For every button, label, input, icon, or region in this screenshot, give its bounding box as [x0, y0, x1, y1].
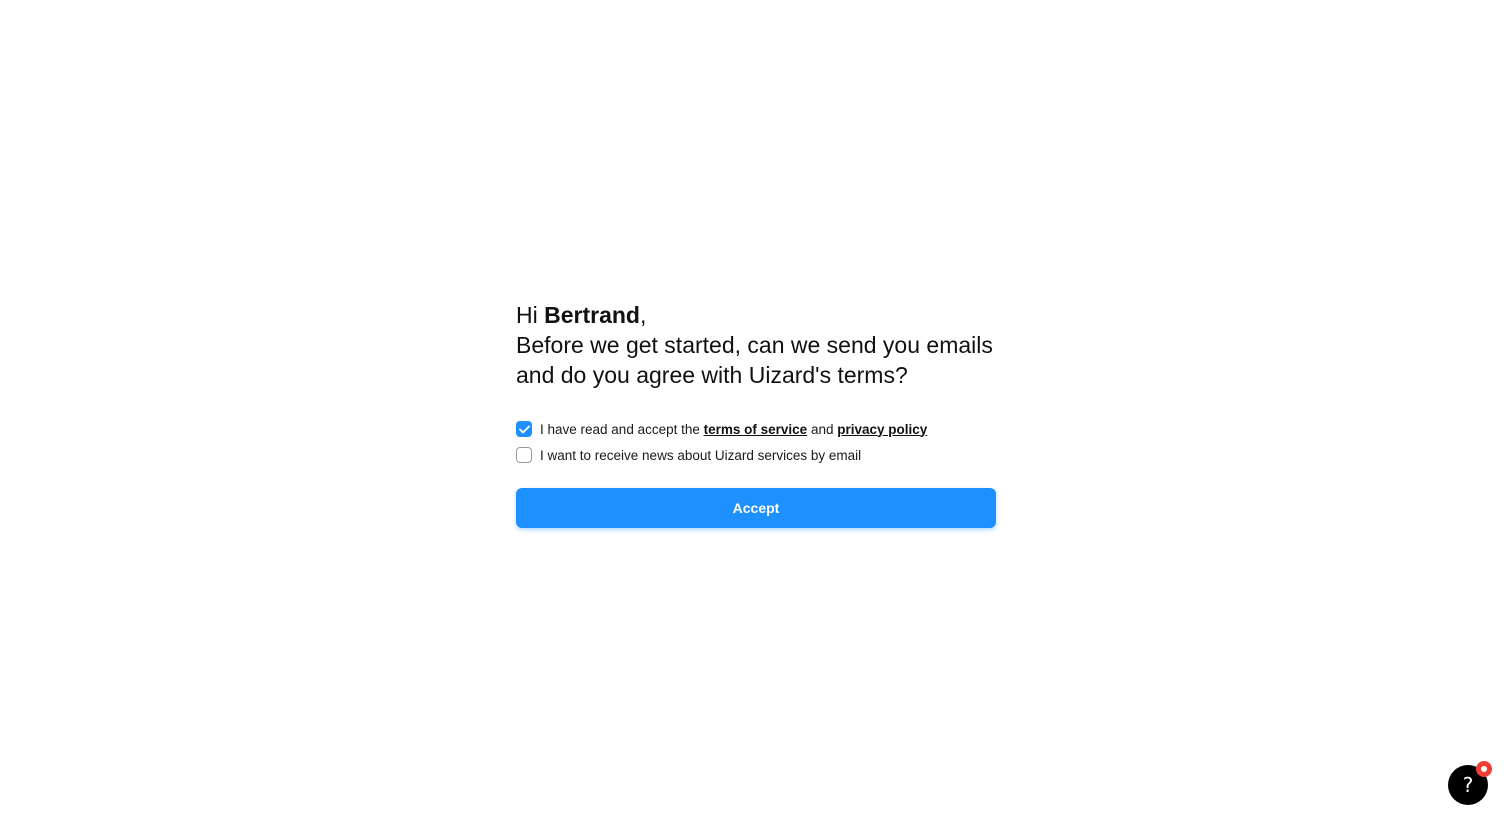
notification-dot-icon: [1481, 766, 1487, 772]
news-checkbox[interactable]: [516, 447, 532, 463]
accept-button[interactable]: Accept: [516, 488, 996, 528]
page: Hi Bertrand, Before we get started, can w…: [0, 0, 1512, 814]
terms-of-service-link[interactable]: terms of service: [704, 422, 808, 437]
terms-text-middle: and: [807, 421, 838, 437]
greeting-prefix: Hi: [516, 302, 545, 328]
heading-line-2: Before we get started, can we send you e…: [516, 332, 993, 358]
notification-badge: [1476, 761, 1492, 777]
news-option[interactable]: I want to receive news about Uizard serv…: [516, 446, 996, 464]
terms-checkbox[interactable]: [516, 421, 532, 437]
welcome-heading: Hi Bertrand, Before we get started, can w…: [516, 300, 996, 390]
terms-option-label: I have read and accept the terms of serv…: [540, 422, 927, 437]
consent-options: I have read and accept the terms of serv…: [516, 420, 996, 464]
news-option-label: I want to receive news about Uizard serv…: [540, 447, 862, 463]
heading-line-3: and do you agree with Uizard's terms?: [516, 362, 908, 388]
user-name: Bertrand: [544, 302, 640, 328]
consent-card: Hi Bertrand, Before we get started, can w…: [516, 300, 996, 528]
terms-text-before: I have read and accept the: [540, 421, 704, 437]
terms-option[interactable]: I have read and accept the terms of serv…: [516, 420, 996, 438]
greeting-suffix: ,: [639, 302, 647, 328]
question-mark-icon: ?: [1462, 773, 1474, 797]
privacy-policy-link[interactable]: privacy policy: [837, 422, 927, 437]
checkmark-icon: [518, 425, 530, 433]
